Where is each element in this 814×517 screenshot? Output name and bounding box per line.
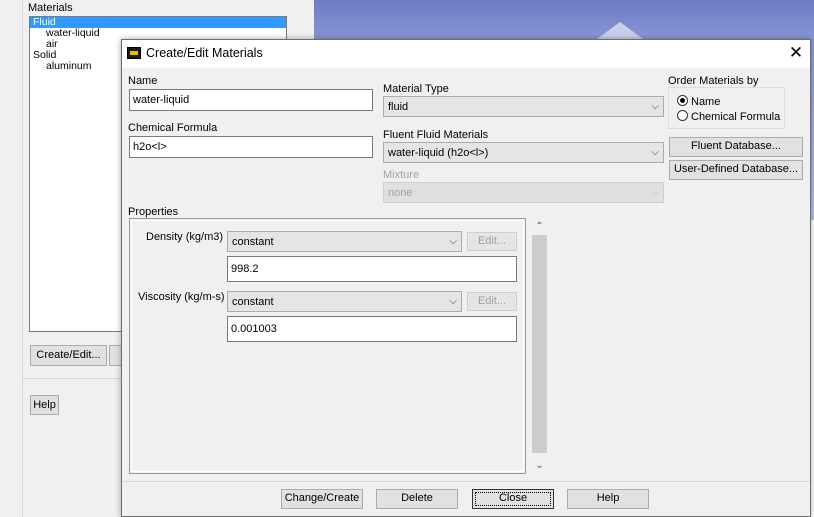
radio-selected-icon <box>677 95 688 106</box>
chemical-formula-label: Chemical Formula <box>128 122 218 134</box>
scroll-down-icon[interactable]: ⌄ <box>531 457 548 474</box>
close-icon[interactable]: ✕ <box>786 43 806 63</box>
viscosity-value-field[interactable]: 0.001003 <box>227 316 517 342</box>
create-edit-button[interactable]: Create/Edit... <box>30 345 107 366</box>
help-button[interactable]: Help <box>567 489 649 509</box>
name-label: Name <box>128 75 158 87</box>
materials-label: Materials <box>28 2 73 14</box>
list-item-water-liquid[interactable]: water-liquid <box>30 28 286 39</box>
viscosity-label: Viscosity (kg/m-s) <box>138 291 225 303</box>
chevron-down-icon: ⌵ <box>449 296 457 307</box>
chevron-down-icon: ⌵ <box>651 101 659 112</box>
material-type-label: Material Type <box>383 83 449 95</box>
density-method-select[interactable]: constant ⌵ <box>227 231 462 252</box>
panel-separator <box>22 378 122 379</box>
user-defined-database-button[interactable]: User-Defined Database... <box>669 160 803 180</box>
fluent-app-icon <box>127 47 141 59</box>
material-type-select[interactable]: fluid ⌵ <box>383 96 664 117</box>
viscosity-edit-button[interactable]: Edit... <box>467 292 517 311</box>
panel-help-button[interactable]: Help <box>30 395 59 415</box>
delete-button[interactable]: Delete <box>376 489 458 509</box>
viscosity-method-value: constant <box>232 296 274 308</box>
radio-empty-icon <box>677 110 688 121</box>
density-edit-button[interactable]: Edit... <box>467 232 517 251</box>
properties-scrollbar[interactable]: ⌃ ⌄ <box>531 218 548 474</box>
mixture-label: Mixture <box>383 169 420 181</box>
close-button[interactable]: Close <box>472 489 554 509</box>
scroll-thumb[interactable] <box>532 235 547 453</box>
properties-panel: Density (kg/m3) constant ⌵ Edit... 998.2… <box>129 218 526 474</box>
fluent-fluid-materials-label: Fluent Fluid Materials <box>383 129 489 141</box>
fluent-database-button[interactable]: Fluent Database... <box>669 137 803 157</box>
chemical-formula-field[interactable]: h2o<l> <box>129 136 373 158</box>
fluent-fluid-materials-value: water-liquid (h2o<l>) <box>388 147 489 159</box>
order-by-label: Order Materials by <box>668 75 759 87</box>
footer-separator <box>122 481 810 482</box>
properties-label: Properties <box>128 206 179 218</box>
chevron-down-icon: ⌵ <box>449 236 457 247</box>
change-create-button[interactable]: Change/Create <box>281 489 363 509</box>
panel-divider <box>22 0 23 517</box>
material-type-value: fluid <box>388 101 409 113</box>
dialog-titlebar: Create/Edit Materials ✕ <box>122 40 810 68</box>
mixture-value: none <box>388 187 413 199</box>
mixture-select[interactable]: none ⌵ <box>383 182 664 203</box>
fluent-fluid-materials-select[interactable]: water-liquid (h2o<l>) ⌵ <box>383 142 664 163</box>
density-method-value: constant <box>232 236 274 248</box>
density-label: Density (kg/m3) <box>146 231 224 243</box>
order-by-formula-option[interactable]: Chemical Formula <box>677 110 780 123</box>
dialog-title: Create/Edit Materials <box>146 46 263 60</box>
order-by-name-option[interactable]: Name <box>677 95 720 108</box>
create-edit-materials-dialog: Create/Edit Materials ✕ Name water-liqui… <box>121 39 811 517</box>
chevron-down-icon: ⌵ <box>651 187 659 198</box>
name-field[interactable]: water-liquid <box>129 89 373 111</box>
density-value-field[interactable]: 998.2 <box>227 256 517 282</box>
scroll-up-icon[interactable]: ⌃ <box>531 218 548 235</box>
chevron-down-icon: ⌵ <box>651 147 659 158</box>
viscosity-method-select[interactable]: constant ⌵ <box>227 291 462 312</box>
